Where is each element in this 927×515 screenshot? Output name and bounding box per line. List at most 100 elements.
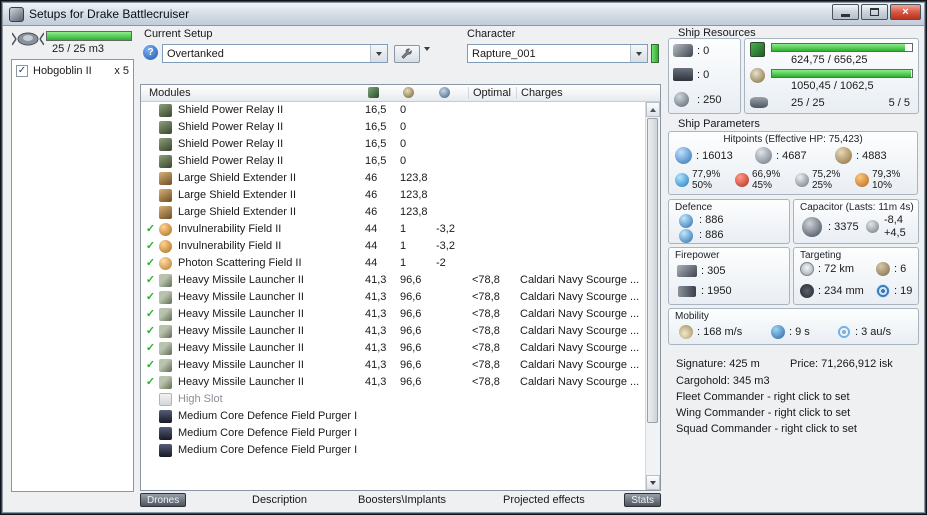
module-row[interactable]: ✓ Heavy Missile Launcher II 41,3 96,6 <78,8 C… bbox=[141, 289, 647, 306]
tab-projected-effects[interactable]: Projected effects bbox=[503, 494, 585, 506]
invulnerability-field-icon bbox=[159, 240, 172, 253]
tools-dropdown-button[interactable] bbox=[424, 47, 430, 69]
fitted-check-icon: ✓ bbox=[145, 342, 156, 354]
setup-dropdown-button[interactable] bbox=[370, 45, 387, 62]
tab-drones[interactable]: Drones bbox=[140, 493, 187, 507]
explosive-armor-resist: 10% bbox=[872, 180, 893, 191]
module-row[interactable]: ✓ Invulnerability Field II 44 1 -3,2 bbox=[141, 238, 647, 255]
module-cpu-value: 41,3 bbox=[365, 274, 387, 286]
chevron-down-icon bbox=[636, 51, 642, 56]
module-row[interactable]: ✓ Photon Scattering Field II 44 1 -2 bbox=[141, 255, 647, 272]
module-cap-value: -2 bbox=[436, 257, 446, 269]
module-row[interactable]: High Slot bbox=[141, 391, 647, 408]
modules-rows: Shield Power Relay II 16,5 0 Shield Power R… bbox=[141, 102, 647, 490]
module-row[interactable]: Shield Power Relay II 16,5 0 bbox=[141, 102, 647, 119]
module-row[interactable]: Shield Power Relay II 16,5 0 bbox=[141, 153, 647, 170]
minimize-button[interactable] bbox=[832, 4, 859, 20]
module-optimal-value: <78,8 bbox=[472, 291, 500, 303]
modules-column-header: Modules bbox=[149, 87, 191, 99]
tab-stats[interactable]: Stats bbox=[624, 493, 661, 507]
module-name: Heavy Missile Launcher II bbox=[178, 342, 304, 354]
drone-checkbox[interactable]: ✓ bbox=[16, 64, 28, 77]
maximize-button[interactable] bbox=[861, 4, 888, 20]
module-optimal-value: <78,8 bbox=[472, 308, 500, 320]
drone-bay-capacity: 25 / 25 m3 bbox=[52, 43, 104, 55]
module-row[interactable]: Shield Power Relay II 16,5 0 bbox=[141, 136, 647, 153]
module-name: Medium Core Defence Field Purger I bbox=[178, 410, 358, 422]
tools-button[interactable] bbox=[394, 45, 420, 63]
calibration-icon bbox=[674, 92, 689, 107]
wing-commander-line[interactable]: Wing Commander - right click to set bbox=[676, 407, 850, 419]
module-row[interactable]: Large Shield Extender II 46 123,8 bbox=[141, 204, 647, 221]
module-row[interactable]: Large Shield Extender II 46 123,8 bbox=[141, 187, 647, 204]
setup-select[interactable]: Overtanked bbox=[162, 44, 388, 63]
hardpoints-box: : 0 : 0 : 250 bbox=[668, 38, 741, 114]
module-row[interactable]: ✓ Invulnerability Field II 44 1 -3,2 bbox=[141, 221, 647, 238]
hitpoints-title: Hitpoints (Effective HP: 75,423) bbox=[723, 134, 863, 145]
signature-value: Signature: 425 m bbox=[676, 358, 760, 370]
module-optimal-value: <78,8 bbox=[472, 359, 500, 371]
defence-title: Defence bbox=[675, 202, 713, 213]
module-row[interactable]: ✓ Heavy Missile Launcher II 41,3 96,6 <78,8 C… bbox=[141, 357, 647, 374]
capacitor-box: Capacitor (Lasts: 11m 4s) : 3375 -8,4 +4… bbox=[793, 199, 919, 244]
scroll-up-button[interactable] bbox=[646, 102, 660, 117]
scroll-down-button[interactable] bbox=[646, 475, 660, 490]
modules-table: Modules Optimal Charges Shield Power Rel… bbox=[140, 84, 661, 491]
fleet-commander-line[interactable]: Fleet Commander - right click to set bbox=[676, 391, 850, 403]
scroll-thumb[interactable] bbox=[647, 118, 658, 423]
launcher-hardpoints-icon bbox=[673, 68, 693, 81]
ship-parameters-title: Ship Parameters bbox=[678, 118, 760, 130]
empty-high-slot-icon bbox=[159, 393, 172, 406]
titlebar[interactable]: Setups for Drake Battlecruiser bbox=[3, 3, 924, 26]
launcher-hardpoints-value: : 0 bbox=[697, 69, 710, 81]
current-setup-label: Current Setup bbox=[144, 28, 213, 40]
module-row[interactable]: Large Shield Extender II 46 123,8 bbox=[141, 170, 647, 187]
squad-commander-line[interactable]: Squad Commander - right click to set bbox=[676, 423, 857, 435]
mobility-box: Mobility : 168 m/s : 9 s : 3 au/s bbox=[668, 308, 919, 345]
module-cpu-value: 41,3 bbox=[365, 308, 387, 320]
module-row[interactable]: Shield Power Relay II 16,5 0 bbox=[141, 119, 647, 136]
scan-resolution-value: : 234 mm bbox=[818, 285, 864, 297]
module-cpu-value: 41,3 bbox=[365, 376, 387, 388]
tab-description[interactable]: Description bbox=[252, 494, 307, 506]
dps-value: : 1950 bbox=[701, 285, 732, 297]
chevron-up-icon bbox=[650, 107, 656, 112]
cpu-icon bbox=[750, 42, 765, 57]
module-name: Large Shield Extender II bbox=[178, 206, 297, 218]
shield-recharge-icon bbox=[679, 214, 693, 228]
module-row[interactable]: Medium Core Defence Field Purger I bbox=[141, 425, 647, 442]
module-powergrid-value: 0 bbox=[400, 155, 407, 167]
large-shield-extender-icon bbox=[159, 189, 172, 202]
module-row[interactable]: ✓ Heavy Missile Launcher II 41,3 96,6 <78,8 C… bbox=[141, 272, 647, 289]
tab-boosters-implants[interactable]: Boosters\Implants bbox=[358, 494, 446, 506]
module-row[interactable]: ✓ Heavy Missile Launcher II 41,3 96,6 <78,8 C… bbox=[141, 374, 647, 391]
modules-scrollbar[interactable] bbox=[645, 102, 660, 490]
character-select[interactable]: Rapture_001 bbox=[467, 44, 648, 63]
targeting-title: Targeting bbox=[800, 250, 842, 261]
fitted-check-icon: ✓ bbox=[145, 376, 156, 388]
module-optimal-value: <78,8 bbox=[472, 274, 500, 286]
price-value: Price: 71,266,912 isk bbox=[790, 358, 893, 370]
cap-drain-value: -8,4 bbox=[884, 214, 903, 226]
maximize-icon bbox=[870, 8, 879, 16]
close-button[interactable]: × bbox=[890, 4, 921, 20]
drone-list-item[interactable]: ✓ Hobgoblin II x 5 bbox=[12, 62, 133, 79]
shield-power-relay-icon bbox=[159, 155, 172, 168]
help-icon[interactable]: ? bbox=[143, 45, 158, 60]
module-powergrid-value: 1 bbox=[400, 240, 407, 252]
module-row[interactable]: ✓ Heavy Missile Launcher II 41,3 96,6 <78,8 C… bbox=[141, 323, 647, 340]
module-name: Heavy Missile Launcher II bbox=[178, 291, 304, 303]
module-row[interactable]: Medium Core Defence Field Purger I bbox=[141, 442, 647, 459]
drones-count-value: 5 / 5 bbox=[888, 97, 910, 109]
character-label: Character bbox=[467, 28, 516, 40]
module-row[interactable]: ✓ Heavy Missile Launcher II 41,3 96,6 <78,8 C… bbox=[141, 340, 647, 357]
module-name: Shield Power Relay II bbox=[178, 138, 284, 150]
module-row[interactable]: Medium Core Defence Field Purger I bbox=[141, 408, 647, 425]
module-cpu-value: 41,3 bbox=[365, 342, 387, 354]
drone-list[interactable]: ✓ Hobgoblin II x 5 bbox=[11, 59, 134, 492]
module-name: Shield Power Relay II bbox=[178, 155, 284, 167]
character-value: Rapture_001 bbox=[472, 47, 536, 60]
module-row[interactable]: ✓ Heavy Missile Launcher II 41,3 96,6 <78,8 C… bbox=[141, 306, 647, 323]
firepower-title: Firepower bbox=[675, 250, 720, 261]
character-dropdown-button[interactable] bbox=[630, 45, 647, 62]
